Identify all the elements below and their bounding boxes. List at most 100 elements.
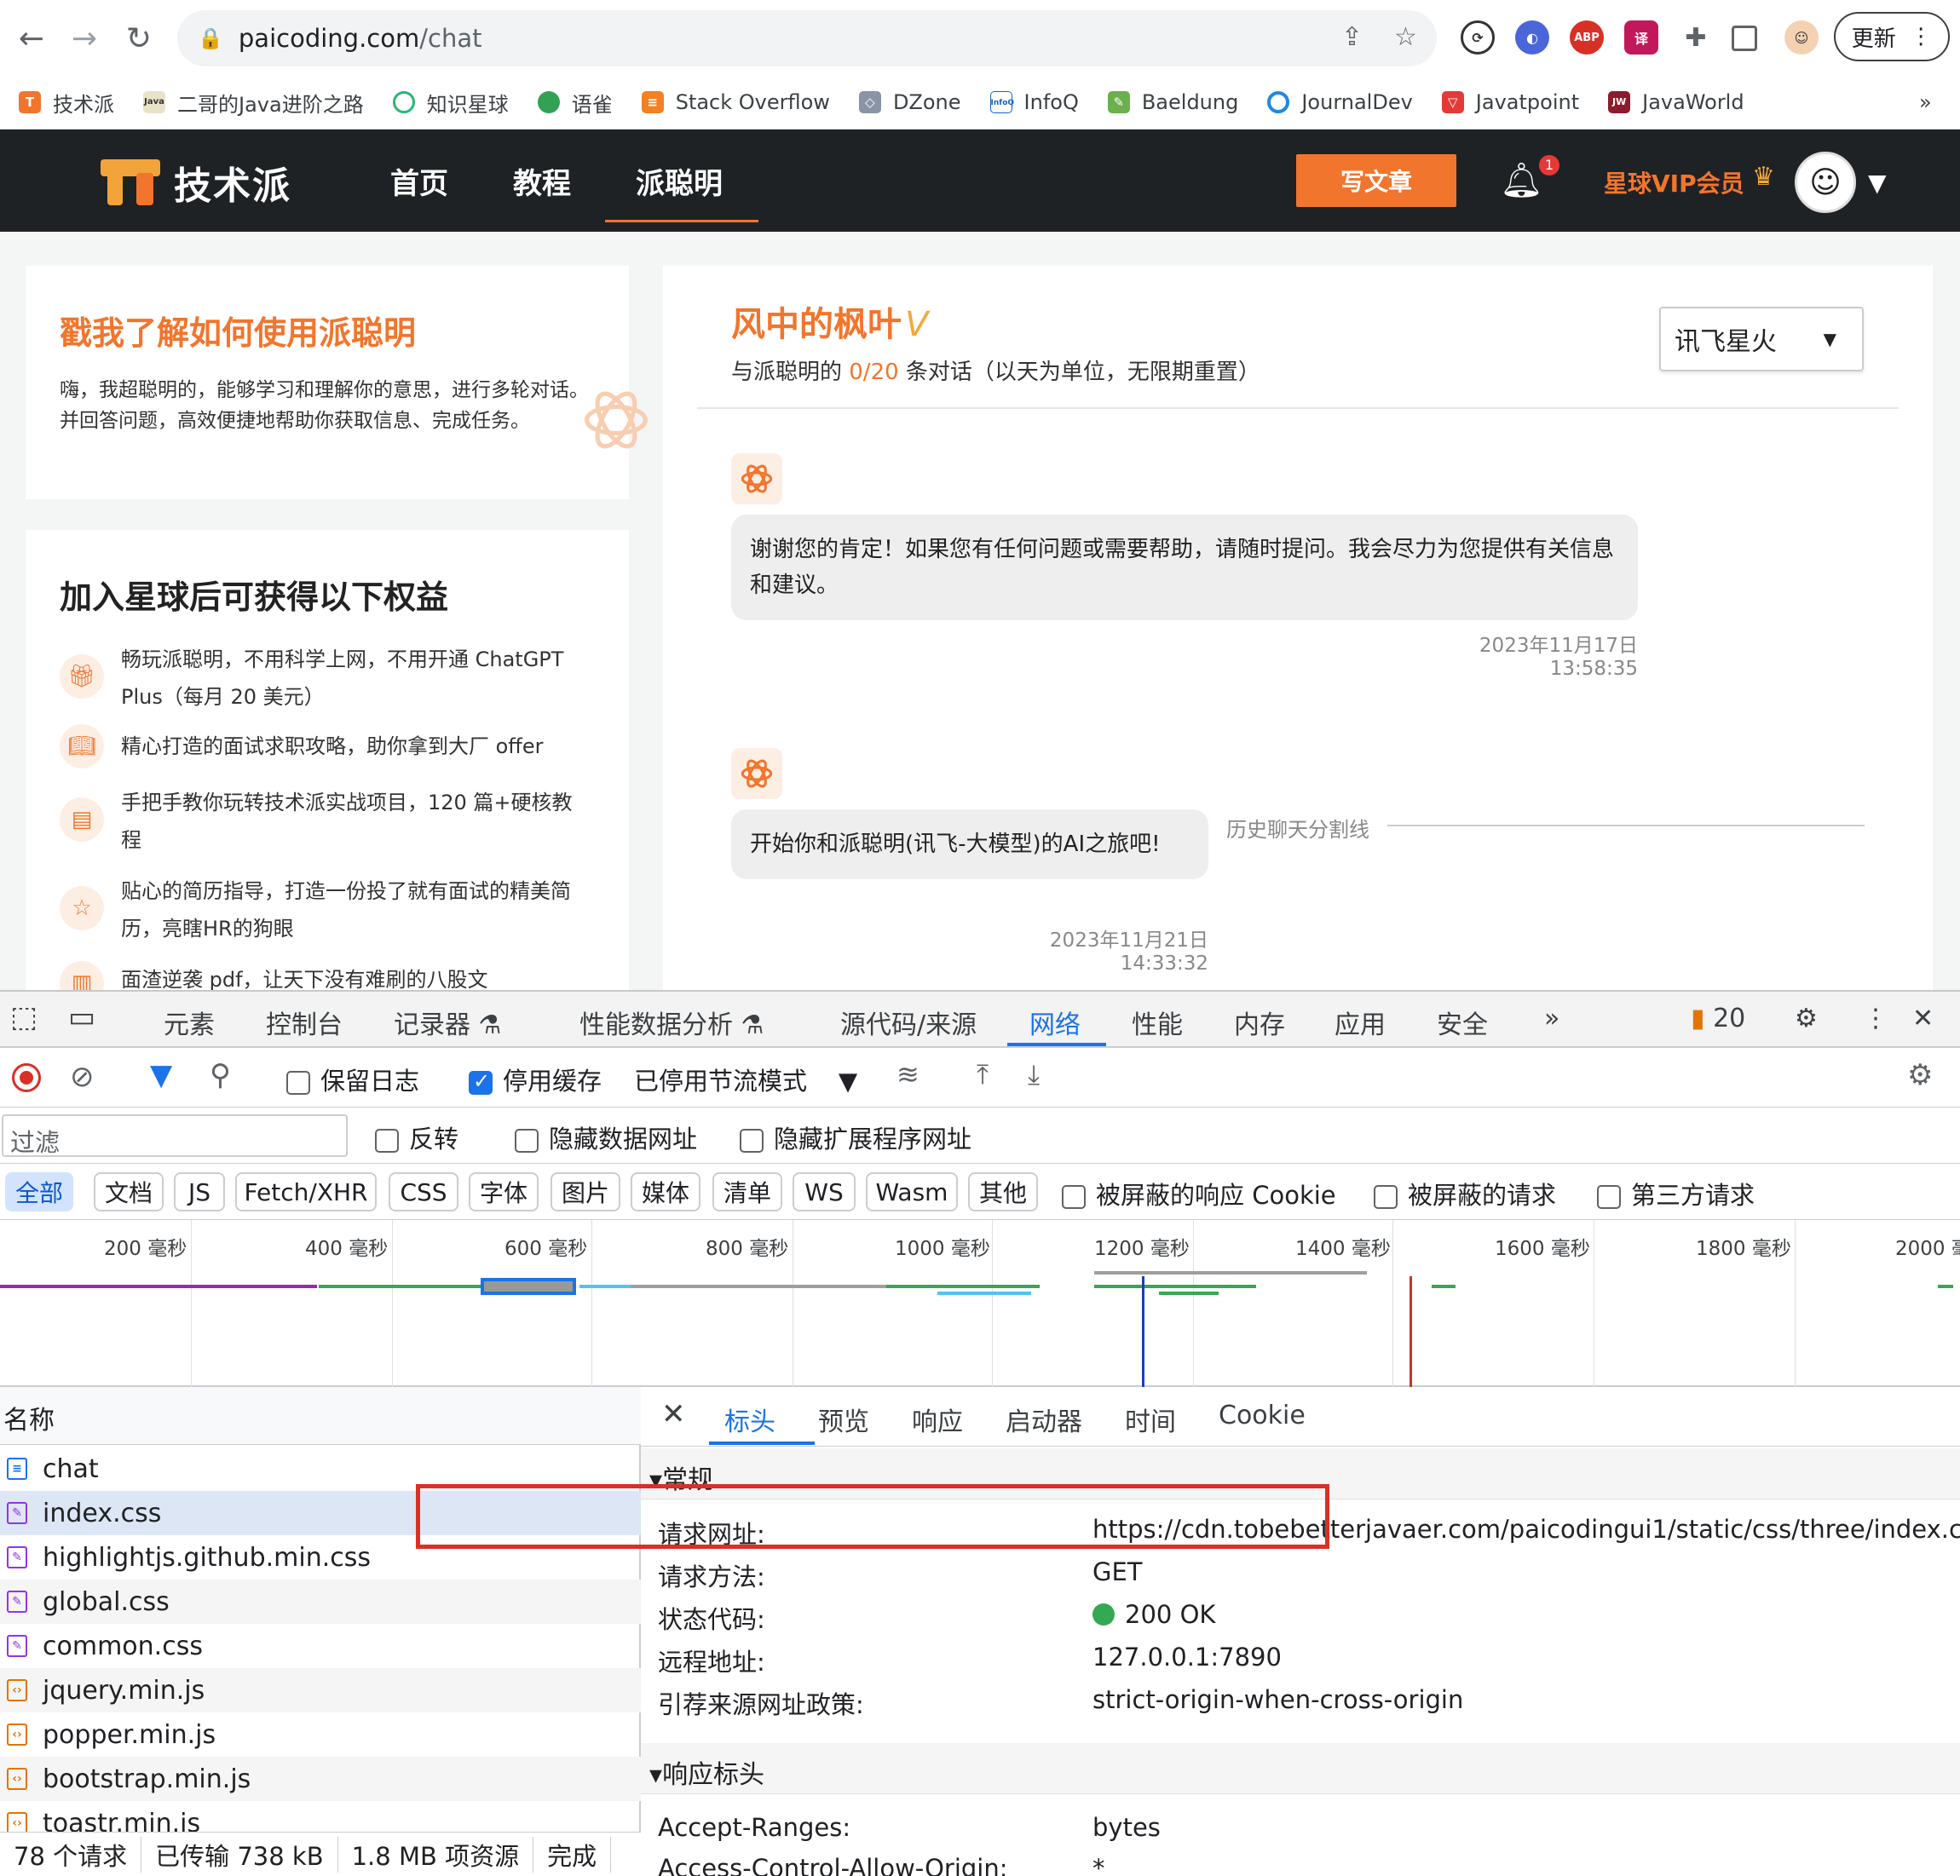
tab-performance-insights[interactable]: 性能数据分析 ⚗ — [579, 1004, 764, 1041]
adblock-icon[interactable]: ABP — [1570, 20, 1604, 55]
share-icon[interactable]: ⇪ — [1341, 22, 1363, 52]
bookmark-star-icon[interactable]: ☆ — [1394, 22, 1417, 52]
type-filter-all[interactable]: 全部 — [5, 1172, 73, 1211]
help-title[interactable]: 戳我了解如何使用派聪明 — [60, 307, 416, 354]
request-row[interactable]: ✎ global.css — [0, 1580, 641, 1624]
chevron-down-icon[interactable]: ▼ — [1868, 169, 1887, 197]
reload-icon[interactable]: ↻ — [118, 17, 160, 60]
disable-cache-checkbox[interactable]: 停用缓存 — [469, 1062, 602, 1097]
detail-tab-cookies[interactable]: Cookie — [1219, 1401, 1306, 1430]
type-filter-other[interactable]: 其他 — [968, 1172, 1038, 1211]
extension-blue-icon[interactable]: ◐ — [1515, 20, 1549, 55]
blocked-requests-checkbox[interactable]: 被屏蔽的请求 — [1374, 1176, 1556, 1211]
inspect-element-icon[interactable]: ⬚ — [10, 1000, 37, 1034]
bookmark-item[interactable]: InfoQ InfoQ — [989, 90, 1079, 114]
bookmark-item[interactable]: ▽ Javatpoint — [1441, 90, 1579, 114]
network-overview-timeline[interactable]: 200 毫秒 400 毫秒 600 毫秒 800 毫秒 1000 毫秒 1200… — [0, 1220, 1960, 1387]
profile-avatar-icon[interactable]: ☺ — [1784, 20, 1819, 55]
issues-counter[interactable]: ▮ 20 — [1691, 1004, 1745, 1033]
tab-memory[interactable]: 内存 — [1234, 1004, 1285, 1041]
nav-paicongming[interactable]: 派聪明 — [636, 160, 723, 202]
site-logo[interactable]: 技术派 — [101, 155, 291, 210]
detail-tab-timing[interactable]: 时间 — [1125, 1401, 1176, 1438]
blocked-cookies-checkbox[interactable]: 被屏蔽的响应 Cookie — [1062, 1176, 1336, 1211]
model-select[interactable]: 讯飞星火 ▼ — [1659, 307, 1864, 371]
settings-gear-icon[interactable]: ⚙ — [1795, 1004, 1818, 1033]
column-header-name[interactable]: 名称 — [0, 1387, 641, 1445]
type-filter-js[interactable]: JS — [174, 1172, 225, 1211]
record-stop-icon[interactable] — [12, 1063, 41, 1092]
network-settings-icon[interactable]: ⚙ — [1907, 1058, 1933, 1092]
type-filter-manifest[interactable]: 清单 — [712, 1172, 782, 1211]
tab-security[interactable]: 安全 — [1437, 1004, 1488, 1041]
detail-tab-initiator[interactable]: 启动器 — [1006, 1401, 1082, 1438]
extensions-puzzle-icon[interactable]: ✚ — [1679, 20, 1713, 55]
nav-home[interactable]: 首页 — [390, 160, 448, 202]
bookmark-item[interactable]: ✎ Baeldung — [1107, 90, 1238, 114]
write-article-button[interactable]: 写文章 — [1296, 154, 1456, 207]
type-filter-font[interactable]: 字体 — [469, 1172, 539, 1211]
type-filter-css[interactable]: CSS — [389, 1172, 458, 1211]
close-detail-icon[interactable]: ✕ — [661, 1397, 686, 1431]
tab-application[interactable]: 应用 — [1335, 1004, 1386, 1041]
invert-checkbox[interactable]: 反转 — [375, 1119, 458, 1155]
hide-data-urls-checkbox[interactable]: 隐藏数据网址 — [515, 1119, 697, 1155]
update-button[interactable]: 更新 ⋮ — [1834, 12, 1950, 61]
tab-network[interactable]: 网络 — [1029, 1004, 1081, 1041]
type-filter-doc[interactable]: 文档 — [94, 1172, 164, 1211]
type-filter-ws[interactable]: WS — [793, 1172, 856, 1211]
tab-sources[interactable]: 源代码/来源 — [840, 1004, 977, 1041]
side-panel-icon[interactable] — [1732, 26, 1757, 51]
tab-performance[interactable]: 性能 — [1132, 1004, 1183, 1041]
bookmark-item[interactable]: ≡ Stack Overflow — [641, 90, 830, 114]
tab-elements[interactable]: 元素 — [164, 1004, 215, 1041]
bookmark-item[interactable]: JW JavaWorld — [1608, 90, 1744, 114]
device-toolbar-icon[interactable]: ▭ — [68, 1000, 95, 1034]
bookmark-item[interactable]: JournalDev — [1267, 90, 1413, 114]
address-bar[interactable]: 🔒 paicoding.com/chat — [177, 10, 1437, 66]
request-row[interactable]: ✎ common.css — [0, 1624, 641, 1668]
throttling-select[interactable]: 已停用节流模式 ▼ — [634, 1062, 857, 1097]
detail-tab-response[interactable]: 响应 — [912, 1401, 963, 1438]
bookmarks-overflow-button[interactable]: » — [1919, 90, 1932, 114]
preserve-log-checkbox[interactable]: 保留日志 — [286, 1062, 419, 1097]
filter-input[interactable]: 过滤 — [2, 1114, 348, 1157]
user-avatar[interactable]: ☺ — [1795, 152, 1856, 213]
type-filter-fetch[interactable]: Fetch/XHR — [235, 1172, 377, 1211]
tab-recorder[interactable]: 记录器 ⚗ — [394, 1004, 501, 1041]
type-filter-img[interactable]: 图片 — [551, 1172, 620, 1211]
bookmark-item[interactable]: 知识星球 — [392, 88, 509, 118]
bookmark-item[interactable]: Java 二哥的Java进阶之路 — [143, 88, 364, 118]
hide-extension-urls-checkbox[interactable]: 隐藏扩展程序网址 — [740, 1119, 971, 1155]
export-har-icon[interactable]: ⤓ — [1028, 1058, 1040, 1091]
bookmark-item[interactable]: ◇ DZone — [858, 90, 961, 114]
close-devtools-icon[interactable]: ✕ — [1912, 1004, 1934, 1033]
vip-label[interactable]: 星球VIP会员 — [1604, 165, 1744, 199]
third-party-checkbox[interactable]: 第三方请求 — [1597, 1176, 1755, 1211]
help-card[interactable]: 戳我了解如何使用派聪明 嗨，我超聪明的，能够学习和理解你的意思，进行多轮对话。并… — [26, 266, 648, 499]
filter-funnel-icon[interactable]: ▼ — [150, 1058, 172, 1092]
import-har-icon[interactable]: ⤒ — [977, 1058, 989, 1091]
search-icon[interactable]: ⚲ — [210, 1058, 231, 1092]
bell-icon[interactable]: 🔔︎ — [1500, 160, 1543, 200]
detail-tab-headers[interactable]: 标头 — [724, 1401, 775, 1438]
translate-icon[interactable]: 译 — [1624, 20, 1658, 55]
detail-tab-preview[interactable]: 预览 — [818, 1401, 869, 1438]
back-icon[interactable]: ← — [10, 17, 53, 60]
network-conditions-icon[interactable]: ≋ — [896, 1058, 919, 1090]
bookmark-item[interactable]: T 技术派 — [19, 88, 114, 118]
more-tabs-icon[interactable]: » — [1544, 1004, 1559, 1033]
type-filter-media[interactable]: 媒体 — [631, 1172, 700, 1211]
extension-sync-icon[interactable]: ⟳ — [1461, 20, 1495, 55]
request-row[interactable]: ‹› jquery.min.js — [0, 1668, 641, 1712]
tab-console[interactable]: 控制台 — [266, 1004, 343, 1041]
clear-icon[interactable]: ⊘ — [70, 1060, 95, 1094]
request-row[interactable]: ‹› popper.min.js — [0, 1712, 641, 1757]
type-filter-wasm[interactable]: Wasm — [866, 1172, 958, 1211]
forward-icon[interactable]: → — [63, 17, 106, 60]
more-options-icon[interactable]: ⋮ — [1863, 1004, 1888, 1033]
request-row[interactable]: ‹› bootstrap.min.js — [0, 1757, 641, 1801]
bookmark-item[interactable]: 语雀 — [537, 88, 613, 118]
response-headers-section-header[interactable]: ▾响应标头 — [641, 1743, 1960, 1794]
nav-tutorials[interactable]: 教程 — [513, 160, 571, 202]
